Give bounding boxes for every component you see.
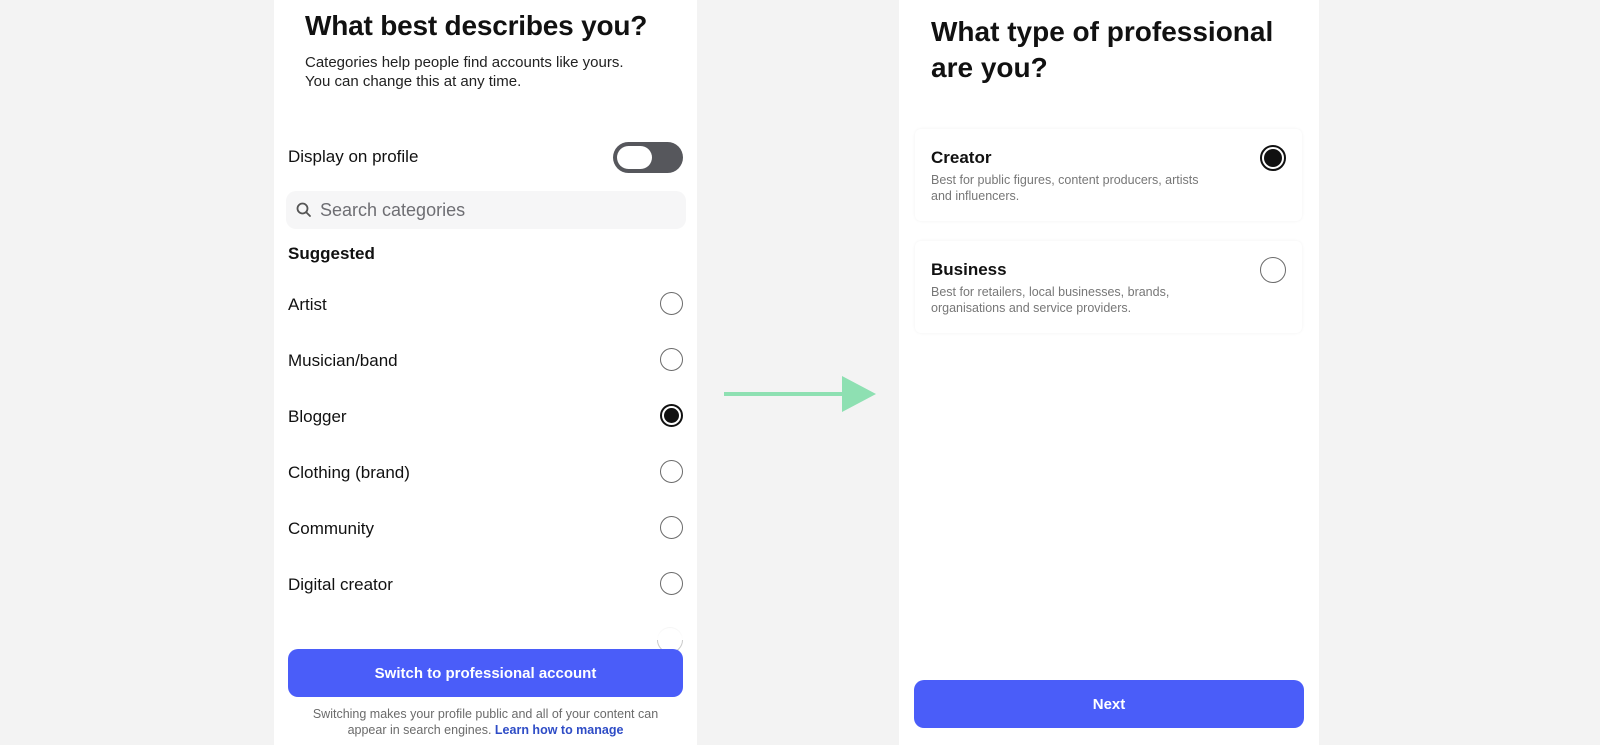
radio-button-selected[interactable]	[1260, 145, 1286, 171]
right-arrow-icon	[724, 376, 876, 412]
radio-selected-dot	[1264, 149, 1282, 167]
display-on-profile-toggle[interactable]	[613, 142, 683, 173]
suggested-heading: Suggested	[288, 244, 375, 263]
category-item-blogger[interactable]: Blogger	[288, 389, 683, 445]
learn-how-to-manage-link[interactable]: Learn how to manage	[495, 723, 624, 737]
description-line: and influencers.	[931, 189, 1020, 203]
option-card-business[interactable]: Business Best for retailers, local busin…	[915, 241, 1302, 333]
category-label: Clothing (brand)	[288, 463, 410, 482]
option-card-creator[interactable]: Creator Best for public figures, content…	[915, 129, 1302, 221]
display-on-profile-row: Display on profile	[288, 142, 683, 173]
title-line: What type of professional	[931, 16, 1274, 47]
category-label: Blogger	[288, 407, 347, 426]
radio-button[interactable]	[660, 460, 683, 483]
subtitle-line: Categories help people find accounts lik…	[305, 54, 624, 71]
switching-footnote: Switching makes your profile public and …	[284, 706, 687, 738]
description-line: Best for retailers, local businesses, br…	[931, 285, 1170, 299]
radio-button[interactable]	[660, 516, 683, 539]
canvas: What best describes you? Categories help…	[0, 0, 1600, 745]
category-label: Digital creator	[288, 575, 393, 594]
next-button[interactable]: Next	[914, 680, 1304, 728]
search-input[interactable]	[320, 191, 675, 229]
option-description: Best for public figures, content produce…	[931, 172, 1231, 204]
radio-button[interactable]	[660, 348, 683, 371]
category-list: Artist Musician/band Blogger Clothing (b…	[288, 277, 683, 613]
option-title: Creator	[931, 148, 992, 167]
subtitle-line: You can change this at any time.	[305, 73, 522, 90]
footnote-line: Switching makes your profile public and …	[312, 707, 659, 721]
category-item-digital-creator[interactable]: Digital creator	[288, 557, 683, 613]
display-on-profile-label: Display on profile	[288, 147, 419, 166]
category-item-clothing-brand[interactable]: Clothing (brand)	[288, 445, 683, 501]
footnote-line: appear in search engines. Learn how to m…	[284, 722, 687, 738]
switch-to-professional-button[interactable]: Switch to professional account	[288, 649, 683, 697]
option-description: Best for retailers, local businesses, br…	[931, 284, 1231, 316]
radio-button[interactable]	[1260, 257, 1286, 283]
search-icon	[296, 202, 311, 217]
category-item-community[interactable]: Community	[288, 501, 683, 557]
search-bar[interactable]	[286, 191, 686, 229]
page-title: What type of professional are you?	[931, 14, 1291, 86]
description-line: Best for public figures, content produce…	[931, 173, 1199, 187]
professional-type-screen: What type of professional are you? Creat…	[899, 0, 1319, 745]
category-item-musician-band[interactable]: Musician/band	[288, 333, 683, 389]
category-label: Musician/band	[288, 351, 398, 370]
title-line: are you?	[931, 52, 1048, 83]
page-title: What best describes you?	[305, 10, 648, 41]
radio-button-selected[interactable]	[660, 404, 683, 427]
toggle-knob	[617, 146, 652, 169]
category-screen: What best describes you? Categories help…	[274, 0, 697, 745]
radio-button[interactable]	[660, 292, 683, 315]
radio-button[interactable]	[660, 572, 683, 595]
footnote-text: appear in search engines.	[347, 723, 492, 737]
description-line: organisations and service providers.	[931, 301, 1132, 315]
category-label: Community	[288, 519, 374, 538]
category-label: Artist	[288, 295, 327, 314]
scroll-fade	[274, 610, 697, 640]
category-item-artist[interactable]: Artist	[288, 277, 683, 333]
page-subtitle: Categories help people find accounts lik…	[305, 53, 675, 91]
option-title: Business	[931, 260, 1007, 279]
radio-selected-dot	[664, 408, 679, 423]
